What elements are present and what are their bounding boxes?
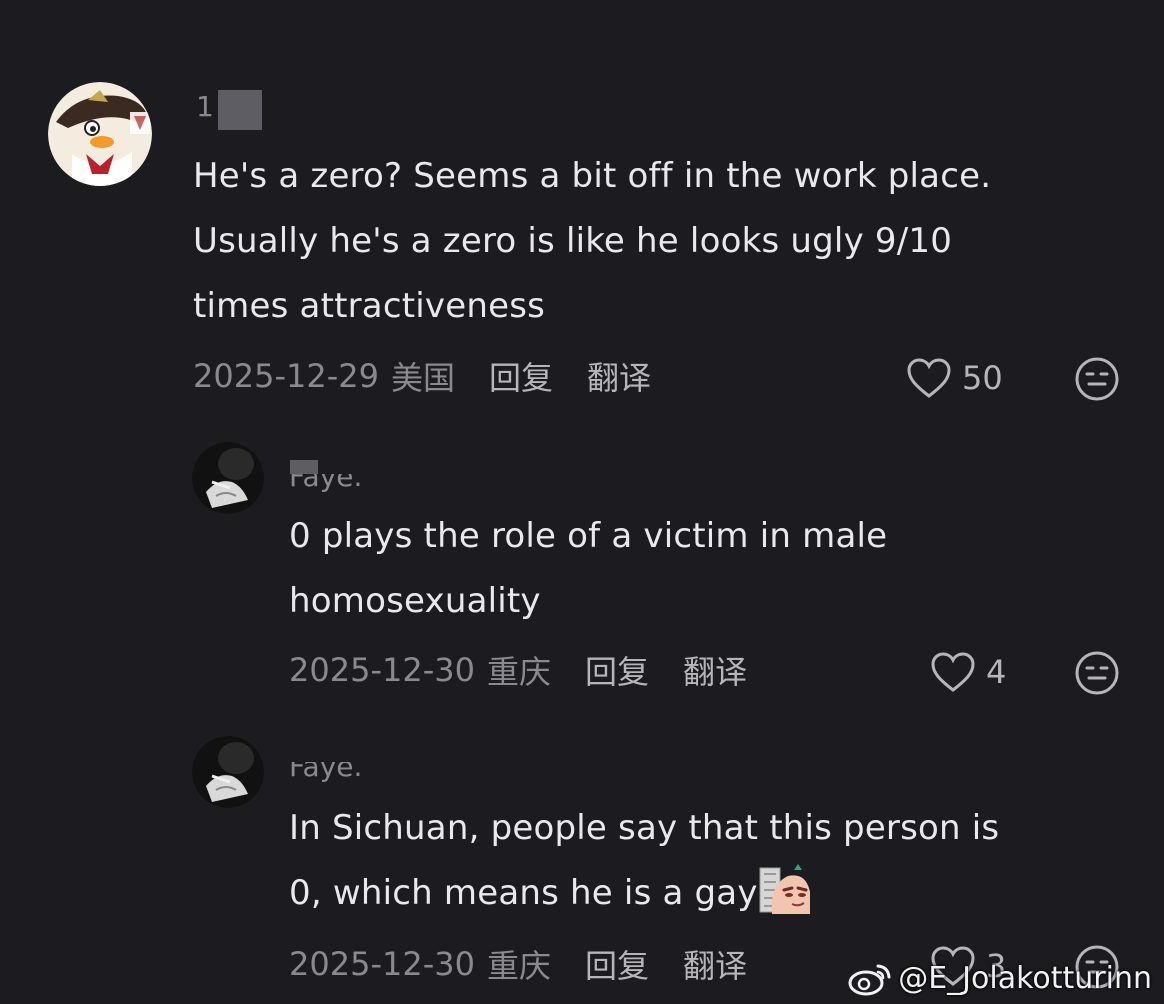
- reply-button[interactable]: 回复: [585, 941, 649, 987]
- reaction-emoji-icon[interactable]: [1074, 650, 1120, 696]
- comment-meta: 2025-12-29 美国 回复 翻译: [193, 354, 651, 398]
- reply-meta: 2025-12-30 重庆 回复 翻译: [289, 942, 747, 986]
- reply-date: 2025-12-30: [289, 651, 475, 689]
- username-redaction: [289, 748, 399, 762]
- smoking-hand-avatar-icon[interactable]: [192, 442, 264, 514]
- username-redaction: [290, 460, 318, 474]
- comment-item: 1 He's a zero? Seems a bit off in the wo…: [0, 0, 1164, 420]
- smug-face-sticker-icon: [758, 864, 812, 916]
- comment-username[interactable]: 1: [196, 90, 214, 124]
- reply-date: 2025-12-30: [289, 945, 475, 983]
- heart-icon: [907, 358, 951, 398]
- reply-text: In Sichuan, people say that this person …: [289, 796, 1149, 926]
- reply-meta: 2025-12-30 重庆 回复 翻译: [289, 648, 747, 692]
- username-redaction: [218, 90, 262, 130]
- watermark-handle: @E_Jolakotturinn: [898, 961, 1152, 996]
- reply-item: Faye. 0 plays the role of a victim in ma…: [0, 420, 1164, 720]
- weibo-watermark: @E_Jolakotturinn: [848, 961, 1152, 996]
- like-button[interactable]: 50: [906, 356, 1003, 400]
- smoking-hand-avatar-icon[interactable]: [192, 736, 264, 808]
- heart-icon: [931, 652, 975, 692]
- reply-location: 重庆: [486, 653, 551, 691]
- like-count: 50: [962, 359, 1003, 397]
- weibo-logo-icon: [848, 964, 891, 995]
- comment-location: 美国: [390, 359, 455, 397]
- like-button[interactable]: 4: [930, 650, 1006, 694]
- translate-button[interactable]: 翻译: [683, 647, 747, 693]
- reply-text: 0 plays the role of a victim in male hom…: [289, 516, 888, 621]
- translate-button[interactable]: 翻译: [587, 353, 651, 399]
- like-count: 4: [986, 653, 1007, 691]
- reply-button[interactable]: 回复: [585, 647, 649, 693]
- comment-date: 2025-12-29: [193, 357, 379, 395]
- duck-avatar-icon[interactable]: [48, 82, 152, 186]
- reply-button[interactable]: 回复: [489, 353, 553, 399]
- reaction-emoji-icon[interactable]: [1074, 356, 1120, 402]
- comment-thread: 1 He's a zero? Seems a bit off in the wo…: [0, 0, 1164, 1004]
- comment-text: He's a zero? Seems a bit off in the work…: [193, 156, 992, 326]
- reply-location: 重庆: [486, 947, 551, 985]
- translate-button[interactable]: 翻译: [683, 941, 747, 987]
